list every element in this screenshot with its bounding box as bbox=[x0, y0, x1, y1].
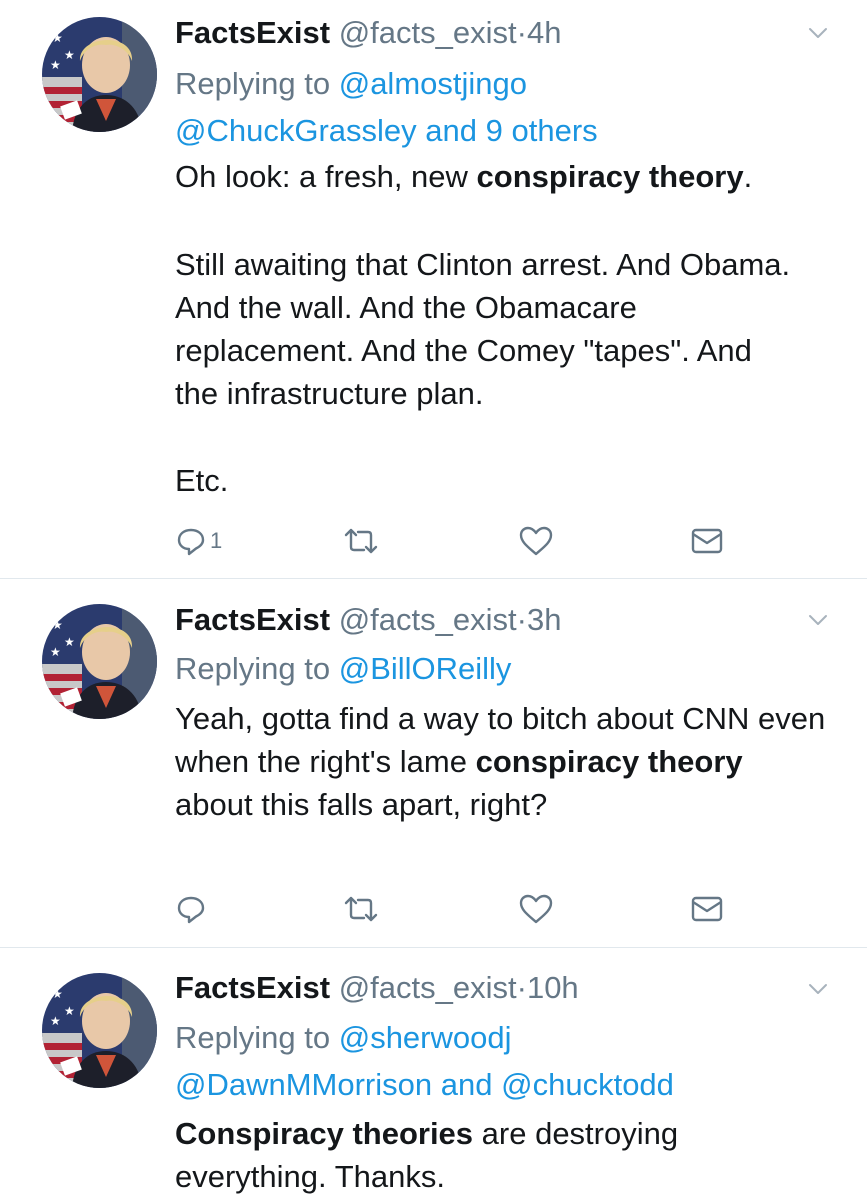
tweet-text: Oh look: a fresh, new conspiracy theory. bbox=[175, 155, 847, 198]
others-link[interactable]: 9 others bbox=[486, 113, 598, 148]
message-button[interactable] bbox=[690, 521, 724, 561]
user-handle[interactable]: @facts_exist bbox=[339, 602, 517, 637]
svg-text:★: ★ bbox=[50, 58, 61, 72]
mention-link[interactable]: @almostjingo bbox=[339, 66, 527, 101]
chevron-down-icon[interactable] bbox=[807, 22, 829, 44]
tweet-text: Yeah, gotta find a way to bitch about CN… bbox=[175, 697, 827, 826]
retweet-icon bbox=[344, 896, 378, 922]
svg-text:★: ★ bbox=[64, 635, 75, 649]
mention-link[interactable]: @ChuckGrassley bbox=[175, 113, 417, 148]
tweet-header: FactsExist @facts_exist·4h bbox=[175, 12, 807, 54]
retweet-button[interactable] bbox=[342, 521, 380, 561]
svg-text:★: ★ bbox=[52, 987, 63, 1001]
heart-icon bbox=[519, 526, 553, 556]
tweet-text-part: . bbox=[743, 159, 753, 194]
mention-link[interactable]: @chucktodd bbox=[501, 1067, 674, 1102]
avatar[interactable]: ★ ★ ★ bbox=[42, 604, 157, 719]
envelope-icon bbox=[691, 528, 723, 554]
replying-to-label: Replying to bbox=[175, 66, 331, 101]
user-handle[interactable]: @facts_exist bbox=[339, 15, 517, 50]
chevron-down-icon[interactable] bbox=[807, 609, 829, 631]
tweet-text-bold: Conspiracy theories bbox=[175, 1116, 474, 1151]
replying-to-label: Replying to bbox=[175, 651, 331, 686]
chevron-down-icon[interactable] bbox=[807, 978, 829, 1000]
reply-context: Replying to @sherwoodj @DawnMMorrison an… bbox=[175, 1014, 847, 1108]
svg-text:★: ★ bbox=[52, 31, 63, 45]
retweet-button[interactable] bbox=[342, 889, 380, 929]
envelope-icon bbox=[691, 896, 723, 922]
tweet-header: FactsExist @facts_exist·10h bbox=[175, 967, 807, 1009]
separator: · bbox=[516, 602, 527, 637]
mention-link[interactable]: @BillOReilly bbox=[339, 651, 512, 686]
user-handle[interactable]: @facts_exist bbox=[339, 970, 517, 1005]
like-button[interactable] bbox=[518, 521, 554, 561]
tweet-text-bold: conspiracy theory bbox=[475, 744, 743, 779]
retweet-icon bbox=[344, 528, 378, 554]
reply-button[interactable] bbox=[175, 889, 207, 929]
tweet-text-bold: conspiracy theory bbox=[476, 159, 744, 194]
svg-text:★: ★ bbox=[64, 1004, 75, 1018]
replying-to-label: Replying to bbox=[175, 1020, 331, 1055]
reply-context: Replying to @BillOReilly bbox=[175, 645, 847, 692]
avatar[interactable]: ★ ★ ★ bbox=[42, 17, 157, 132]
mention-link[interactable]: @sherwoodj bbox=[339, 1020, 512, 1055]
svg-text:★: ★ bbox=[52, 618, 63, 632]
tweet-actions bbox=[0, 889, 867, 929]
tweet-text: Conspiracy theories are destroying every… bbox=[175, 1112, 757, 1198]
tweet-text: Still awaiting that Clinton arrest. And … bbox=[175, 247, 798, 411]
svg-text:★: ★ bbox=[64, 48, 75, 62]
separator: · bbox=[516, 15, 527, 50]
tweet-text-part: Oh look: a fresh, new bbox=[175, 159, 477, 194]
reply-icon bbox=[177, 528, 205, 556]
tweet[interactable]: ★ ★ ★ FactsExist @facts_exist·4h Replyin… bbox=[0, 0, 867, 579]
heart-icon bbox=[519, 894, 553, 924]
and-label[interactable]: and bbox=[441, 1067, 493, 1102]
avatar[interactable]: ★ ★ ★ bbox=[42, 973, 157, 1088]
like-button[interactable] bbox=[518, 889, 554, 929]
tweet[interactable]: ★ ★ ★ FactsExist @facts_exist·10h Replyi… bbox=[0, 948, 867, 1202]
reply-context: Replying to @almostjingo @ChuckGrassley … bbox=[175, 60, 847, 154]
display-name[interactable]: FactsExist bbox=[175, 15, 330, 50]
separator: · bbox=[516, 970, 527, 1005]
svg-text:★: ★ bbox=[50, 1014, 61, 1028]
mention-link[interactable]: @DawnMMorrison bbox=[175, 1067, 432, 1102]
display-name[interactable]: FactsExist bbox=[175, 602, 330, 637]
reply-button[interactable]: 1 bbox=[175, 521, 222, 561]
timestamp[interactable]: 3h bbox=[527, 602, 561, 637]
and-label[interactable]: and bbox=[425, 113, 477, 148]
svg-text:★: ★ bbox=[50, 645, 61, 659]
reply-count: 1 bbox=[210, 528, 223, 553]
tweet[interactable]: ★ ★ ★ FactsExist @facts_exist·3h Replyin… bbox=[0, 579, 867, 948]
display-name[interactable]: FactsExist bbox=[175, 970, 330, 1005]
tweet-text: Etc. bbox=[175, 463, 229, 498]
reply-icon bbox=[177, 896, 205, 924]
timestamp[interactable]: 10h bbox=[527, 970, 579, 1005]
message-button[interactable] bbox=[690, 889, 724, 929]
tweet-header: FactsExist @facts_exist·3h bbox=[175, 599, 807, 641]
timestamp[interactable]: 4h bbox=[527, 15, 561, 50]
tweet-actions: 1 bbox=[0, 521, 867, 561]
